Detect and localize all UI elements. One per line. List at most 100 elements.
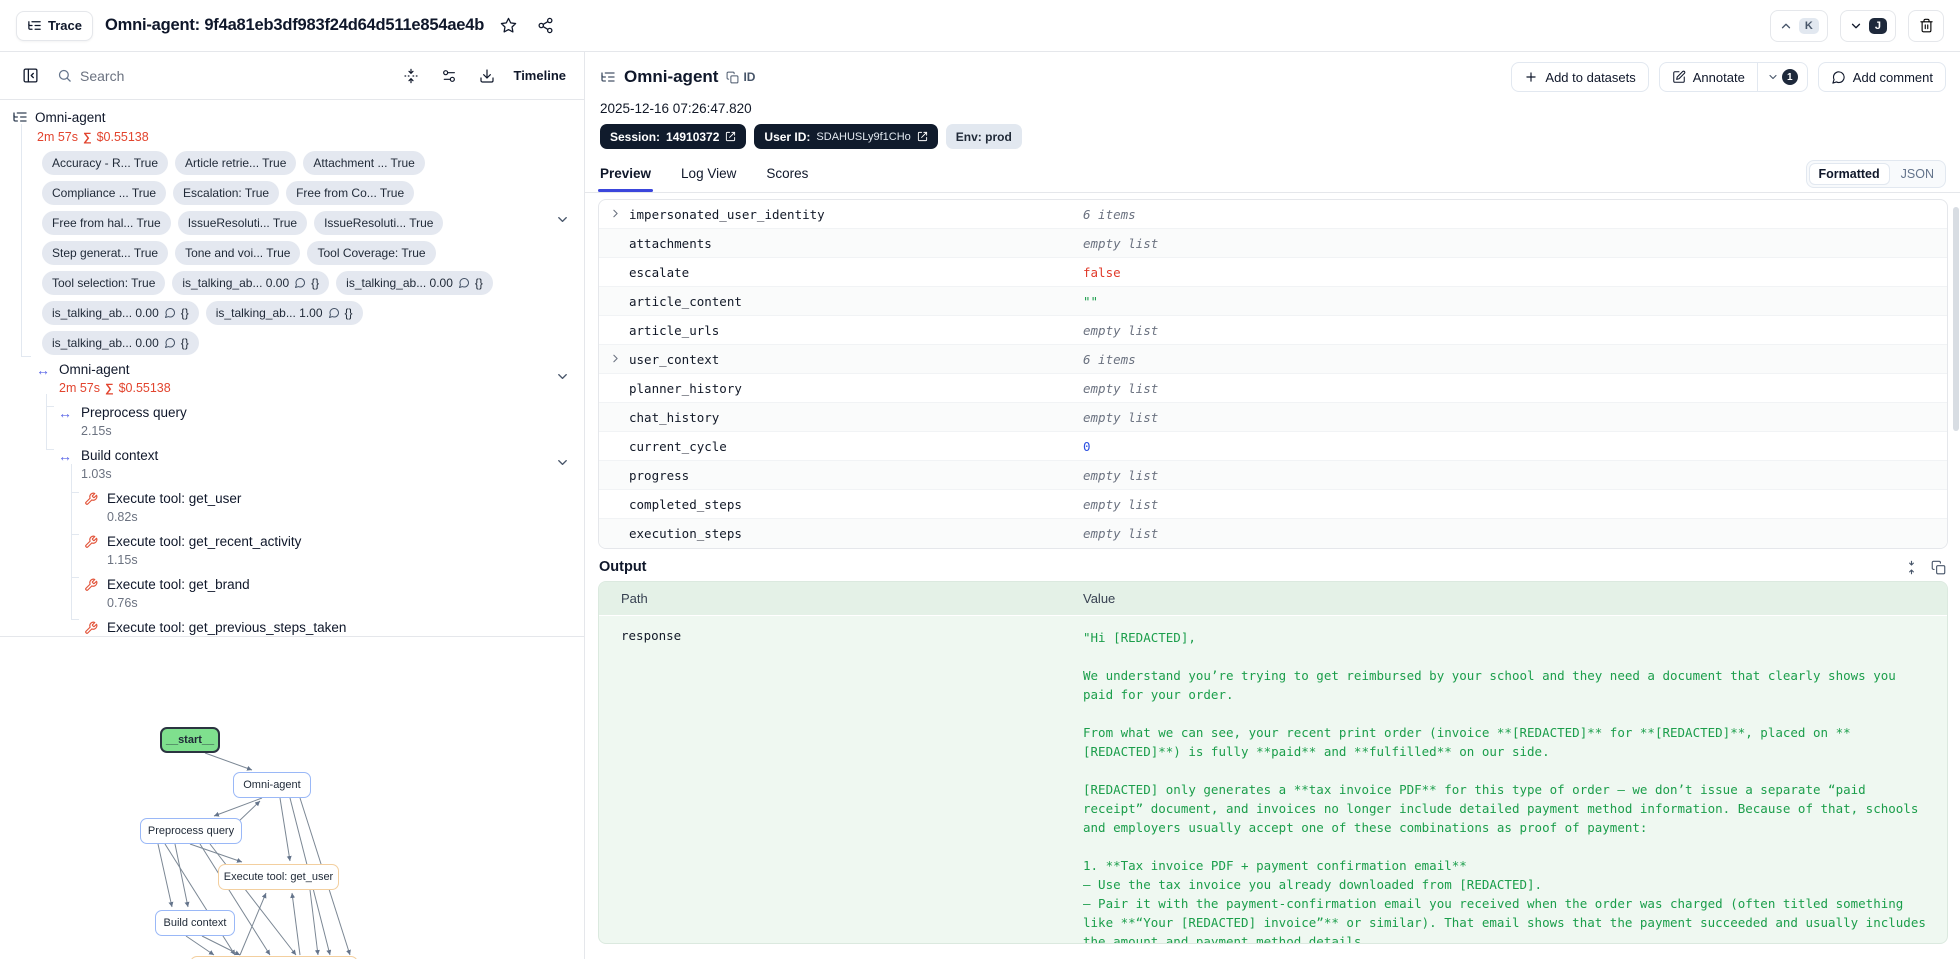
score-badge-row: is_talking_ab... 0.00{} is_talking_ab... … [42, 301, 497, 325]
graph-node-build[interactable]: Build context [155, 910, 235, 936]
span-item[interactable]: Execute tool: get_recent_activity 1.15s [0, 533, 584, 569]
graph-node-omni[interactable]: Omni-agent [233, 772, 311, 798]
next-trace-button[interactable]: J [1839, 9, 1896, 42]
score-badge[interactable]: Step generat... True [42, 241, 169, 265]
score-badge[interactable]: is_talking_ab... 0.00 {} [42, 301, 199, 325]
collapse-all-icon[interactable] [399, 64, 423, 88]
table-row[interactable]: progress empty list [599, 461, 1947, 490]
table-row[interactable]: user_context 6 items [599, 345, 1947, 374]
annotate-button[interactable]: Annotate [1660, 63, 1758, 91]
timeline-button[interactable]: Timeline [513, 68, 566, 83]
score-badge[interactable]: is_talking_ab... 1.00 {} [205, 301, 363, 325]
table-row[interactable]: attachments empty list [599, 229, 1947, 258]
table-row[interactable]: chat_history empty list [599, 403, 1947, 432]
table-row[interactable]: escalate false [599, 258, 1947, 287]
user-id-badge[interactable]: User ID: SDAHUSLy9f1CHo [754, 124, 938, 149]
score-badge[interactable]: Compliance ... True [42, 181, 167, 205]
chevron-right-icon[interactable] [609, 207, 622, 220]
score-badge[interactable]: IssueResoluti... True [177, 211, 308, 235]
span-item[interactable]: ↔ Preprocess query 2.15s [0, 404, 584, 440]
span-item[interactable]: ↔ Build context 1.03s [0, 447, 584, 483]
output-path: response [621, 628, 682, 643]
score-badge[interactable]: Accuracy - R... True [42, 151, 169, 175]
score-badge-row: is_talking_ab... 0.00 {} [42, 331, 497, 355]
external-link-icon [725, 131, 736, 142]
score-badge-label: Free from hal... True [52, 216, 161, 230]
tab-scores[interactable]: Scores [764, 155, 810, 192]
span-name: Execute tool: get_brand [107, 577, 250, 592]
settings-icon[interactable] [437, 64, 461, 88]
copy-id-button[interactable]: ID [726, 70, 755, 84]
search-box[interactable] [57, 67, 386, 84]
span-metrics: 2m 57s ∑ $0.55138 [59, 379, 171, 397]
score-badge-label: is_talking_ab... 1.00 [215, 306, 323, 320]
table-row[interactable]: planner_history empty list [599, 374, 1947, 403]
root-span-row[interactable]: Omni-agent [0, 108, 584, 126]
scrollbar-thumb[interactable] [1953, 207, 1959, 431]
collapse-panel-icon[interactable] [18, 63, 43, 88]
table-row[interactable]: execution_steps empty list [599, 519, 1947, 548]
score-badge-braces: {} [474, 276, 483, 290]
tree-guide [71, 534, 79, 535]
output-table-header: Path Value [599, 582, 1947, 616]
graph-node-prep[interactable]: Preprocess query [140, 818, 242, 844]
score-badge[interactable]: Article retrie... True [175, 151, 297, 175]
expand-icon[interactable] [1904, 560, 1919, 575]
annotate-dropdown[interactable]: 1 [1758, 69, 1807, 85]
tab-log-view[interactable]: Log View [679, 155, 738, 192]
span-item[interactable]: Execute tool: get_brand 0.76s [0, 576, 584, 612]
chevron-down-icon[interactable] [555, 212, 570, 227]
table-row[interactable]: completed_steps empty list [599, 490, 1947, 519]
session-badge[interactable]: Session: 14910372 [600, 124, 747, 149]
score-badge[interactable]: Free from Co... True [286, 181, 415, 205]
score-badge[interactable]: is_talking_ab... 0.00 {} [172, 271, 330, 295]
annotate-label: Annotate [1692, 69, 1745, 85]
graph-node-start[interactable]: __start__ [160, 727, 220, 753]
span-item[interactable]: ↔ Omni-agent 2m 57s ∑ $0.55138 [0, 361, 584, 397]
output-value: "Hi [REDACTED], We understand you’re try… [1083, 630, 1926, 944]
chevron-down-icon[interactable] [555, 369, 570, 384]
star-icon[interactable] [496, 13, 521, 38]
chevron-down-icon[interactable] [555, 455, 570, 470]
graph-node-getuser[interactable]: Execute tool: get_user [218, 864, 339, 890]
previous-trace-button[interactable]: K [1769, 9, 1828, 42]
table-row[interactable]: impersonated_user_identity 6 items [599, 200, 1947, 229]
score-badge[interactable]: Escalation: True [173, 181, 280, 205]
span-type-icon: ↔ [58, 405, 72, 421]
score-badge[interactable]: Tool Coverage: True [307, 241, 436, 265]
search-input[interactable] [80, 67, 386, 84]
span-duration: 1.03s [81, 467, 112, 481]
trace-timestamp: 2025-12-16 07:26:47.820 [600, 101, 752, 116]
output-row[interactable]: response "Hi [REDACTED], We understand yo… [599, 616, 1947, 944]
annotation-count-badge: 1 [1781, 69, 1798, 85]
score-badge[interactable]: IssueResoluti... True [314, 211, 444, 235]
trash-icon [1919, 18, 1934, 33]
table-row[interactable]: article_urls empty list [599, 316, 1947, 345]
score-badge[interactable]: Tone and voi... True [175, 241, 301, 265]
score-badge[interactable]: Tool selection: True [42, 271, 166, 295]
format-option-json[interactable]: JSON [1892, 164, 1943, 184]
format-option-formatted[interactable]: Formatted [1808, 163, 1890, 185]
score-badge[interactable]: Attachment ... True [303, 151, 425, 175]
add-comment-button[interactable]: Add comment [1817, 62, 1946, 92]
table-row[interactable]: current_cycle 0 [599, 432, 1947, 461]
comment-icon [164, 337, 176, 349]
list-tree-icon [27, 18, 42, 33]
span-item[interactable]: Execute tool: get_previous_steps_taken1.… [0, 619, 584, 636]
graph-node-label: __start__ [165, 734, 215, 746]
chevron-right-icon[interactable] [609, 352, 622, 365]
copy-icon[interactable] [1931, 560, 1946, 575]
score-badge[interactable]: Free from hal... True [42, 211, 171, 235]
share-icon[interactable] [533, 13, 558, 38]
score-badge[interactable]: is_talking_ab... 0.00 {} [42, 331, 199, 355]
tab-preview[interactable]: Preview [598, 155, 654, 192]
add-to-datasets-button[interactable]: Add to datasets [1511, 62, 1649, 92]
trace-type-badge[interactable]: Trace [16, 10, 93, 41]
score-badge[interactable]: is_talking_ab... 0.00 {} [336, 271, 493, 295]
span-item[interactable]: Execute tool: get_user 0.82s [0, 490, 584, 526]
chevron-up-icon [1779, 19, 1793, 33]
graph-node-label: Preprocess query [147, 825, 235, 837]
table-row[interactable]: article_content "" [599, 287, 1947, 316]
delete-trace-button[interactable] [1908, 9, 1944, 42]
download-icon[interactable] [475, 64, 499, 88]
